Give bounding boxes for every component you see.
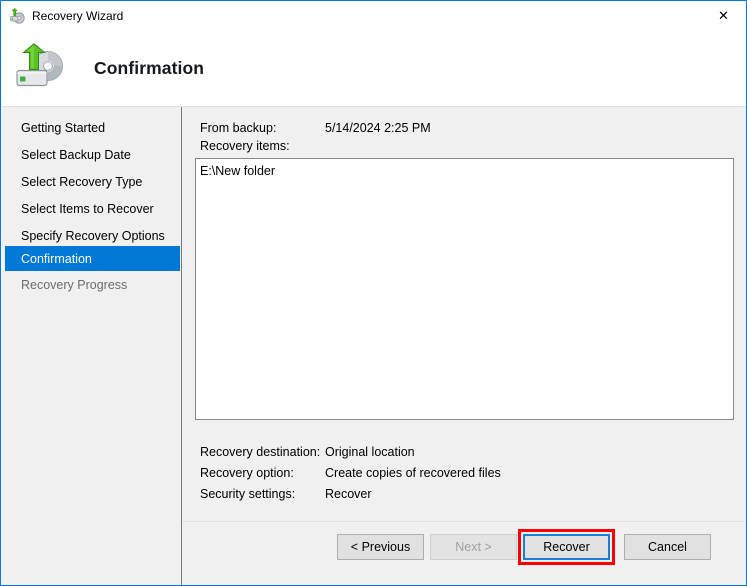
close-icon[interactable]: ✕: [701, 1, 746, 30]
recovery-wizard-window: Recovery Wizard ✕ Confirmation Getting S…: [0, 0, 747, 586]
security-settings-value: Recover: [325, 487, 372, 501]
cancel-button[interactable]: Cancel: [624, 534, 711, 560]
list-item[interactable]: E:\New folder: [196, 159, 733, 178]
sidebar-item-recovery-progress: Recovery Progress: [21, 277, 128, 292]
next-button: Next >: [430, 534, 517, 560]
recovery-option-label: Recovery option:: [200, 466, 294, 480]
sidebar-item-select-items-to-recover[interactable]: Select Items to Recover: [5, 196, 180, 221]
body-area: Getting Started Select Backup Date Selec…: [2, 107, 746, 585]
recover-button[interactable]: Recover: [523, 534, 610, 560]
footer-button-bar: < Previous Next > Recover Cancel: [182, 522, 746, 585]
content-pane: From backup: 5/14/2024 2:25 PM Recovery …: [182, 107, 746, 585]
recovery-destination-label: Recovery destination:: [200, 445, 321, 459]
recovery-items-listbox[interactable]: E:\New folder: [195, 158, 734, 420]
backup-drive-disc-icon: [14, 42, 72, 95]
recovery-option-value: Create copies of recovered files: [325, 466, 501, 480]
page-title: Confirmation: [94, 58, 205, 78]
security-settings-label: Security settings:: [200, 487, 296, 501]
header-banner: Confirmation: [2, 31, 746, 106]
wizard-steps-sidebar: Getting Started Select Backup Date Selec…: [2, 107, 181, 585]
title-bar: Recovery Wizard ✕: [1, 1, 746, 31]
sidebar-item-confirmation[interactable]: Confirmation: [5, 246, 180, 271]
sidebar-item-specify-recovery-options[interactable]: Specify Recovery Options: [5, 223, 180, 248]
sidebar-item-select-backup-date[interactable]: Select Backup Date: [5, 142, 180, 167]
window-title: Recovery Wizard: [32, 9, 124, 23]
backup-disc-icon: [9, 8, 25, 24]
sidebar-item-getting-started[interactable]: Getting Started: [5, 115, 180, 140]
from-backup-value: 5/14/2024 2:25 PM: [325, 121, 431, 135]
recovery-items-label: Recovery items:: [200, 139, 290, 153]
previous-button[interactable]: < Previous: [337, 534, 424, 560]
recovery-destination-value: Original location: [325, 445, 415, 459]
sidebar-item-select-recovery-type[interactable]: Select Recovery Type: [5, 169, 180, 194]
from-backup-label: From backup:: [200, 121, 277, 135]
